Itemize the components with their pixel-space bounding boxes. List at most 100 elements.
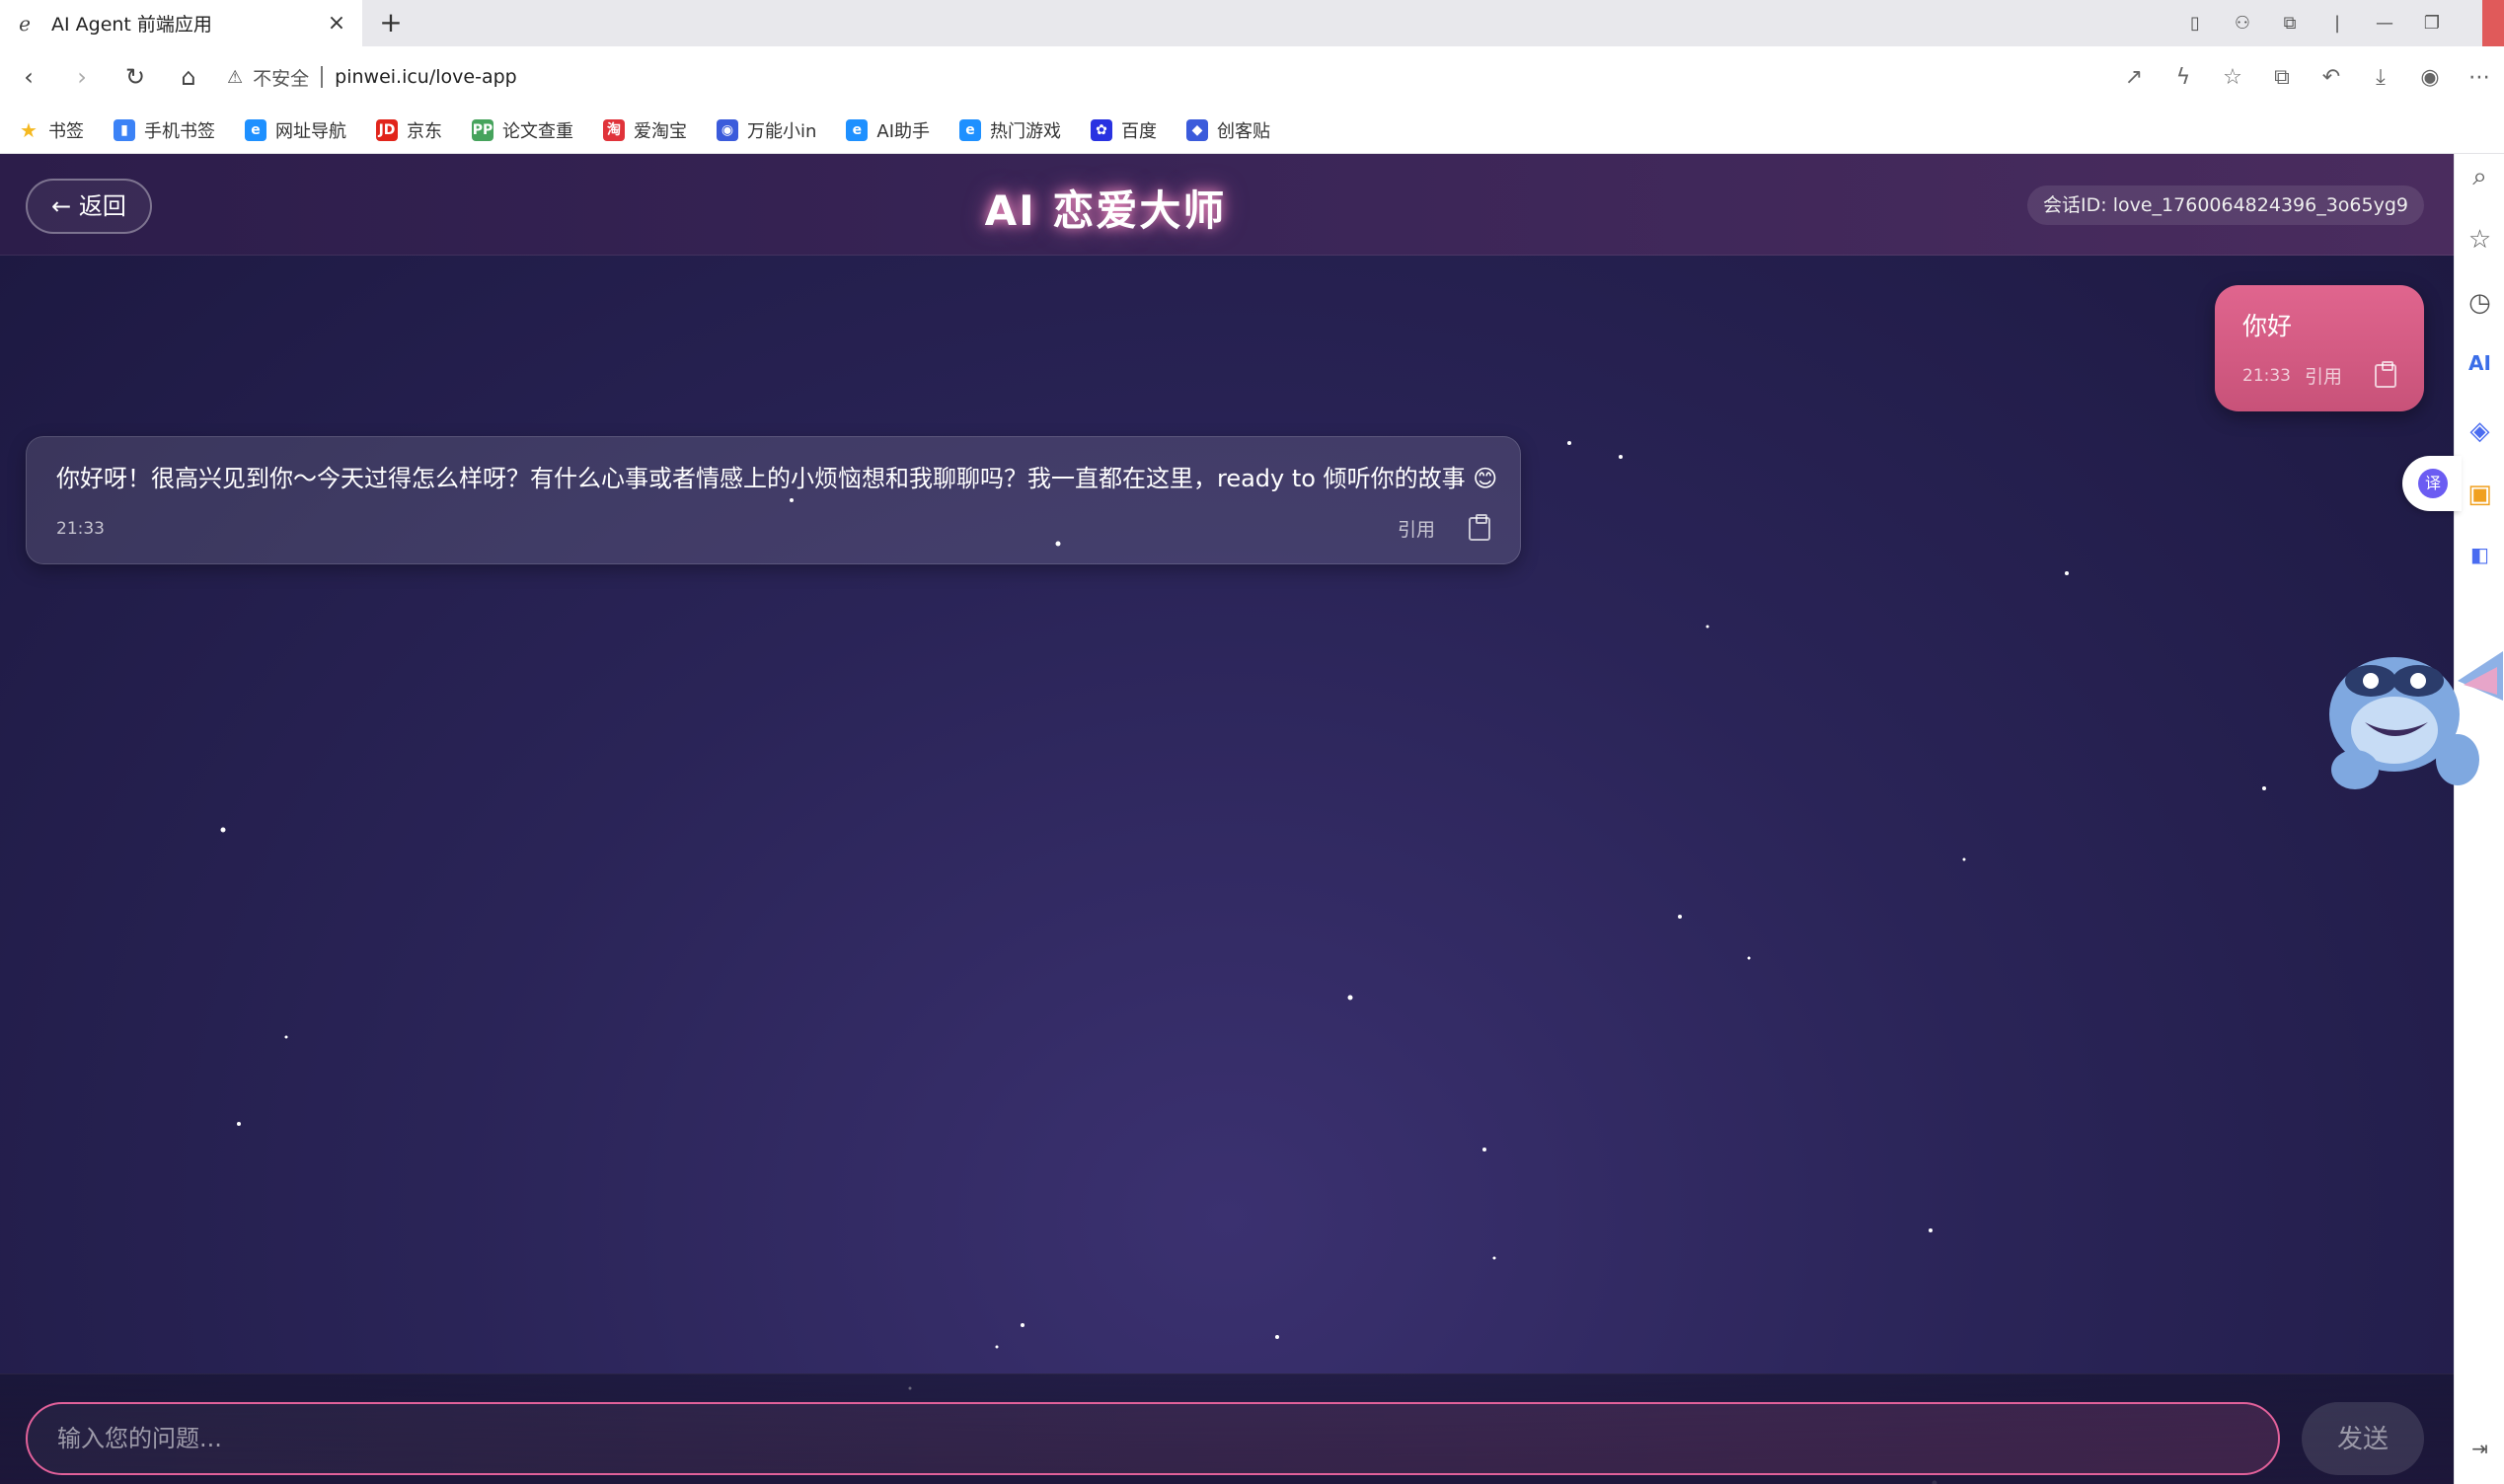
love-app: ← 返回 AI 恋爱大师 会话ID: love_1760064824396_3o… — [0, 154, 2454, 1484]
star — [2262, 786, 2266, 790]
page-title: AI 恋爱大师 — [984, 186, 1227, 235]
star — [1929, 1228, 1933, 1232]
bookmark-label: 网址导航 — [275, 121, 346, 142]
home-icon[interactable]: ⌂ — [170, 58, 207, 96]
undo-history-icon[interactable]: ↶ — [2307, 65, 2356, 90]
tab-close-icon[interactable]: × — [325, 11, 348, 36]
ai-message-bubble: 你好呀！很高兴见到你～今天过得怎么样呀？有什么心事或者情感上的小烦恼想和我聊聊吗… — [26, 436, 1521, 564]
window-controls: ▯ ⚇ ⧉ | — ❐ — [2171, 0, 2456, 46]
message-time: 21:33 — [2242, 365, 2291, 386]
bookmark-item[interactable]: ▮ 手机书签 — [114, 117, 215, 143]
address-toolbar: ‹ › ↻ ⌂ ⚠ 不安全 pinwei.icu/love-app ↗ ϟ ☆ … — [0, 46, 2504, 108]
star — [284, 1035, 288, 1039]
restore-icon[interactable]: ❐ — [2408, 13, 2456, 34]
star — [1747, 956, 1751, 960]
star — [1678, 915, 1682, 919]
app-header: ← 返回 AI 恋爱大师 会话ID: love_1760064824396_3o… — [0, 154, 2454, 256]
star — [1347, 995, 1353, 1001]
collapse-sidebar-icon[interactable]: ⇥ — [2455, 1437, 2504, 1460]
star — [1706, 625, 1709, 629]
star — [1492, 1256, 1496, 1260]
bookmarks-bar: ★ 书签 ▮ 手机书签 e 网址导航 JD 京东 PP 论文查重淘爱淘宝 ◉ 万能小in e AI助手 e 热… — [0, 108, 2504, 154]
incognito-icon[interactable]: ⚇ — [2219, 13, 2266, 34]
back-nav-icon[interactable]: ‹ — [10, 58, 47, 96]
share-icon[interactable]: ↗ — [2109, 65, 2159, 90]
bookmark-item[interactable]: e AI助手 — [846, 117, 930, 143]
bookmark-label: 手机书签 — [144, 121, 215, 142]
tab-title: AI Agent 前端应用 — [51, 14, 212, 36]
quote-button[interactable]: 引用 — [1398, 515, 1435, 542]
minimize-icon[interactable]: — — [2361, 13, 2408, 34]
url-field[interactable]: ⚠ 不安全 pinwei.icu/love-app — [227, 58, 517, 96]
stitch-mascot-icon[interactable] — [2310, 612, 2503, 799]
robot-icon: ◉ — [717, 119, 738, 141]
bookmark-label: 热门游戏 — [990, 121, 1062, 142]
floating-translate-button[interactable]: 译 — [2402, 456, 2462, 511]
browser-e-icon: e — [245, 119, 266, 141]
ai-message-text: 你好呀！很高兴见到你～今天过得怎么样呀？有什么心事或者情感上的小烦恼想和我聊聊吗… — [56, 465, 1498, 492]
translate-badge-icon: 译 — [2418, 469, 2448, 498]
browser-tabbar: ℯ AI Agent 前端应用 × + ▯ ⚇ ⧉ | — ❐ — [0, 0, 2504, 46]
download-icon[interactable]: ⤓ — [2356, 65, 2405, 90]
bookmark-item[interactable]: ★ 书签 — [18, 117, 84, 143]
more-menu-icon[interactable]: ⋯ — [2455, 65, 2504, 90]
bookmark-label: 百度 — [1121, 121, 1158, 142]
bookmark-item[interactable]: e 网址导航 — [245, 117, 346, 143]
url-text: pinwei.icu/love-app — [335, 66, 517, 88]
toolbox-icon[interactable]: ▣ — [2455, 480, 2504, 509]
extensions-puzzle-icon[interactable]: ⧉ — [2257, 65, 2307, 90]
star — [1619, 455, 1623, 459]
search-icon[interactable]: ⌕ — [2455, 162, 2504, 192]
new-tab-button[interactable]: + — [373, 6, 409, 41]
bookmark-label: 爱淘宝 — [634, 121, 687, 142]
pp-icon: PP — [472, 119, 493, 141]
copy-icon[interactable] — [1469, 513, 1490, 541]
bookmark-item[interactable]: ◉ 万能小in — [717, 117, 816, 143]
send-button[interactable]: 发送 — [2302, 1402, 2424, 1475]
star — [1962, 857, 1966, 861]
reload-icon[interactable]: ↻ — [116, 58, 154, 96]
forward-nav-icon[interactable]: › — [63, 58, 101, 96]
bookmark-label: 书签 — [48, 121, 84, 142]
bookmark-item[interactable]: 淘爱淘宝 — [603, 117, 687, 143]
window-close-button[interactable] — [2482, 0, 2504, 46]
chuangke-icon: ◆ — [1186, 119, 1209, 141]
browser-e-icon: e — [959, 119, 982, 141]
bookmark-item[interactable]: e 热门游戏 — [959, 117, 1061, 143]
url-separator — [321, 66, 324, 88]
star — [220, 827, 226, 833]
warning-icon: ⚠ — [227, 66, 244, 88]
bookmark-item[interactable]: JD 京东 — [376, 117, 442, 143]
gamepad-icon[interactable]: ◈ — [2455, 416, 2504, 446]
bookmark-item[interactable]: ✿ 百度 — [1091, 117, 1157, 143]
bookmark-item[interactable]: PP 论文查重 — [472, 117, 573, 143]
star — [237, 1122, 241, 1126]
star — [1567, 441, 1571, 445]
question-input[interactable] — [26, 1402, 2280, 1475]
copy-icon[interactable] — [2375, 360, 2396, 388]
ai-assistant-icon[interactable]: AI — [2455, 351, 2504, 375]
bookmark-label: 创客贴 — [1217, 121, 1271, 142]
star-icon: ★ — [20, 118, 38, 142]
browser-e-icon: ℯ — [19, 11, 31, 36]
bookmark-label: 万能小in — [747, 121, 817, 142]
browser-tab-active[interactable]: ℯ AI Agent 前端应用 × — [0, 0, 362, 46]
address-actions: ↗ ϟ ☆ ⧉ ↶ ⤓ ◉ ⋯ — [2109, 58, 2504, 96]
quote-button[interactable]: 引用 — [2305, 362, 2342, 389]
star — [995, 1345, 999, 1349]
translate-icon[interactable]: ◧ — [2455, 543, 2504, 566]
input-bar: 发送 — [0, 1373, 2454, 1484]
extension-icon[interactable]: ⧉ — [2266, 13, 2314, 34]
favorite-star-icon[interactable]: ☆ — [2208, 65, 2257, 90]
bookmark-item[interactable]: ◆ 创客贴 — [1186, 117, 1270, 143]
reading-mode-icon[interactable]: ▯ — [2171, 13, 2219, 34]
divider-icon: | — [2333, 13, 2341, 34]
jd-icon: JD — [376, 119, 398, 141]
profile-avatar-icon[interactable]: ◉ — [2405, 65, 2455, 90]
star — [1275, 1335, 1279, 1339]
bookmark-label: 论文查重 — [502, 121, 573, 142]
favorites-star-icon[interactable]: ☆ — [2455, 225, 2504, 255]
browser-right-sidebar: ⌕ ☆ ◷ AI ◈ ▣ ◧ ⇥ — [2454, 154, 2504, 1484]
lightning-icon[interactable]: ϟ — [2159, 65, 2208, 90]
history-clock-icon[interactable]: ◷ — [2455, 288, 2504, 318]
